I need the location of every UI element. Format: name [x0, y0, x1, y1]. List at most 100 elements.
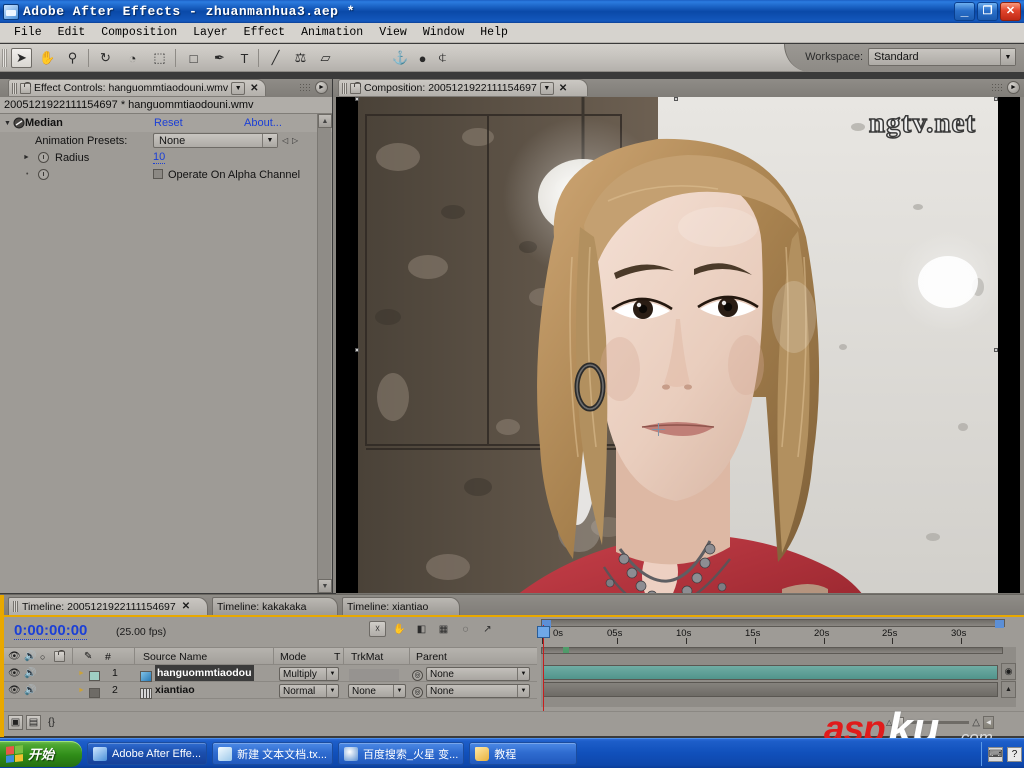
table-row[interactable]: 👁 🔊 ► 2 xiantiao Normal ▼ None ▼ ◎ None ▼	[4, 682, 537, 699]
puppet-pin-tool[interactable]: ⚓	[390, 48, 411, 68]
solo-switch-header[interactable]: ○	[40, 648, 45, 665]
menu-window[interactable]: Window	[415, 25, 472, 40]
graph-editor-icon[interactable]: ↗	[479, 621, 496, 637]
layer-handle-mr[interactable]	[994, 348, 998, 352]
text-tool[interactable]: T	[234, 48, 255, 68]
zoom-out-icon[interactable]: △	[886, 718, 892, 727]
layer2-parent-dropdown[interactable]: None ▼	[426, 683, 530, 699]
lock-icon[interactable]	[54, 650, 65, 662]
tab-grip[interactable]	[12, 82, 17, 94]
label-color-swatch[interactable]	[89, 688, 100, 698]
lock-icon[interactable]	[20, 81, 31, 94]
layer-handle-tc[interactable]	[674, 97, 678, 101]
disclosure-triangle-icon[interactable]: ►	[78, 670, 85, 677]
puppet-starch-tool[interactable]: ⍧	[432, 48, 453, 68]
layer2-mode-dropdown[interactable]: Normal ▼	[279, 683, 339, 699]
eye-icon[interactable]: 👁	[8, 668, 21, 679]
draft-3d-icon[interactable]: ☓	[369, 621, 386, 637]
hide-shy-layers-icon[interactable]: ✋	[391, 621, 408, 637]
layer-handle-ml[interactable]	[355, 348, 359, 352]
start-button[interactable]: 开始	[0, 740, 82, 767]
tab-grip[interactable]	[342, 82, 347, 94]
timeline-collapse-icon[interactable]: ◀	[983, 716, 994, 729]
layer-number-header[interactable]: #	[105, 648, 111, 665]
preset-next-icon[interactable]: ▷	[292, 136, 298, 145]
layer2-label-color[interactable]	[89, 685, 100, 701]
animation-presets-dropdown[interactable]: None ▼	[153, 133, 278, 148]
timeline-work-area-bar[interactable]	[541, 619, 1005, 628]
taskbar-item-notepad[interactable]: 新建 文本文档.tx...	[212, 742, 333, 765]
tab-timeline-xiantiao[interactable]: Timeline: xiantiao	[342, 597, 460, 615]
audio-switch-header[interactable]: 🔊	[24, 648, 36, 665]
work-area-end-handle[interactable]	[995, 620, 1004, 628]
label-color-header[interactable]: ✎	[84, 648, 92, 665]
selection-tool[interactable]: ➤	[11, 48, 32, 68]
tab-grip[interactable]	[13, 601, 18, 612]
tab-effect-controls[interactable]: Effect Controls: hanguommtiaodouni.wmv ▼…	[8, 79, 266, 96]
taskbar-item-after-effects[interactable]: Adobe After Effe...	[87, 742, 208, 765]
close-button[interactable]: ✕	[1000, 2, 1021, 21]
menu-edit[interactable]: Edit	[50, 25, 94, 40]
taskbar-item-browser[interactable]: 百度搜索_火星 变...	[337, 742, 465, 765]
timeline-playhead-handle[interactable]	[537, 626, 550, 638]
layer1-parent-picker[interactable]: ◎	[412, 667, 423, 683]
speaker-icon[interactable]: 🔊	[24, 668, 36, 679]
shape-tool[interactable]: □	[183, 48, 204, 68]
restore-button[interactable]: ❐	[977, 2, 998, 21]
effect-reset-link[interactable]: Reset	[154, 117, 183, 129]
tab-close-icon[interactable]: ✕	[557, 83, 567, 94]
panel-menu-button[interactable]: ►	[315, 81, 328, 94]
stopwatch-icon[interactable]	[38, 169, 49, 180]
anchor-point-icon[interactable]	[652, 423, 665, 436]
table-row[interactable]: 👁 🔊 ► 1 hanguommtiaodou Multiply ▼ ◎ None…	[4, 665, 537, 682]
menu-layer[interactable]: Layer	[185, 25, 236, 40]
zoom-slider-track[interactable]	[907, 721, 970, 724]
disclosure-triangle-icon[interactable]: ►	[22, 154, 31, 161]
pen-icon[interactable]: ✎	[84, 651, 92, 662]
effect-fx-icon[interactable]	[12, 117, 25, 129]
layer2-track-bar[interactable]	[543, 682, 998, 697]
tab-menu-dropdown[interactable]: ▼	[231, 81, 246, 95]
layer1-disclosure[interactable]: ►	[78, 665, 85, 681]
tab-close-icon[interactable]: ✕	[248, 83, 258, 94]
taskbar-item-folder[interactable]: 教程	[469, 742, 578, 765]
scroll-down-button[interactable]: ▼	[318, 579, 332, 593]
track-marker-icon[interactable]	[563, 647, 569, 653]
tab-timeline-comp-main[interactable]: Timeline: 2005121922111154697 ✕	[8, 597, 208, 615]
pan-behind-tool[interactable]: ⬚	[149, 48, 170, 68]
zoom-tool[interactable]: ⚲	[62, 48, 83, 68]
layer1-video-toggle[interactable]: 👁	[8, 665, 21, 681]
menu-animation[interactable]: Animation	[293, 25, 371, 40]
effect-row-median[interactable]: ▼ Median Reset About...	[0, 114, 332, 132]
timeline-horizontal-scrollbar[interactable]	[541, 647, 1003, 654]
layer2-disclosure[interactable]: ►	[78, 682, 85, 698]
scroll-up-button[interactable]: ▲	[318, 114, 332, 128]
menu-help[interactable]: Help	[472, 25, 516, 40]
expression-icon[interactable]: {}	[44, 715, 59, 730]
composition-stage[interactable]: ngtv.net	[336, 97, 1020, 652]
video-frame[interactable]: ngtv.net	[358, 97, 998, 652]
motion-blur-icon[interactable]: ▦	[435, 621, 452, 637]
tab-timeline-kakakaka[interactable]: Timeline: kakakaka	[212, 597, 338, 615]
brush-tool[interactable]: ╱	[265, 48, 286, 68]
layer1-audio-toggle[interactable]: 🔊	[24, 665, 36, 681]
menu-effect[interactable]: Effect	[236, 25, 293, 40]
zoom-slider-thumb[interactable]	[895, 717, 905, 728]
composition-viewer[interactable]: ngtv.net ▣ 200% ▼ ⛶ ■ 0:00:00:00 ☉ ♟ ◈ F…	[336, 97, 1024, 652]
puppet-overlap-tool[interactable]: ●	[412, 48, 433, 68]
camera-orbit-tool[interactable]: ◔	[122, 48, 143, 68]
eye-icon[interactable]: 👁	[8, 685, 21, 696]
parent-pickwhip-icon[interactable]: ◎	[412, 669, 423, 681]
timeline-current-time[interactable]: 0:00:00:00	[14, 622, 88, 640]
frame-blending-icon[interactable]: ◧	[413, 621, 430, 637]
effect-controls-scrollbar[interactable]: ▲ ▼	[317, 114, 332, 593]
layer1-mode-dropdown[interactable]: Multiply ▼	[279, 666, 339, 682]
stopwatch-icon[interactable]	[38, 152, 49, 163]
panel-menu-button[interactable]: ►	[1007, 81, 1020, 94]
layer1-parent-dropdown[interactable]: None ▼	[426, 666, 530, 682]
comp-renderer-icon[interactable]: ▤	[26, 715, 41, 730]
t-header[interactable]: T	[334, 648, 340, 665]
lock-icon[interactable]	[350, 81, 361, 94]
layer2-video-toggle[interactable]: 👁	[8, 682, 21, 698]
preset-prev-icon[interactable]: ◁	[282, 136, 288, 145]
